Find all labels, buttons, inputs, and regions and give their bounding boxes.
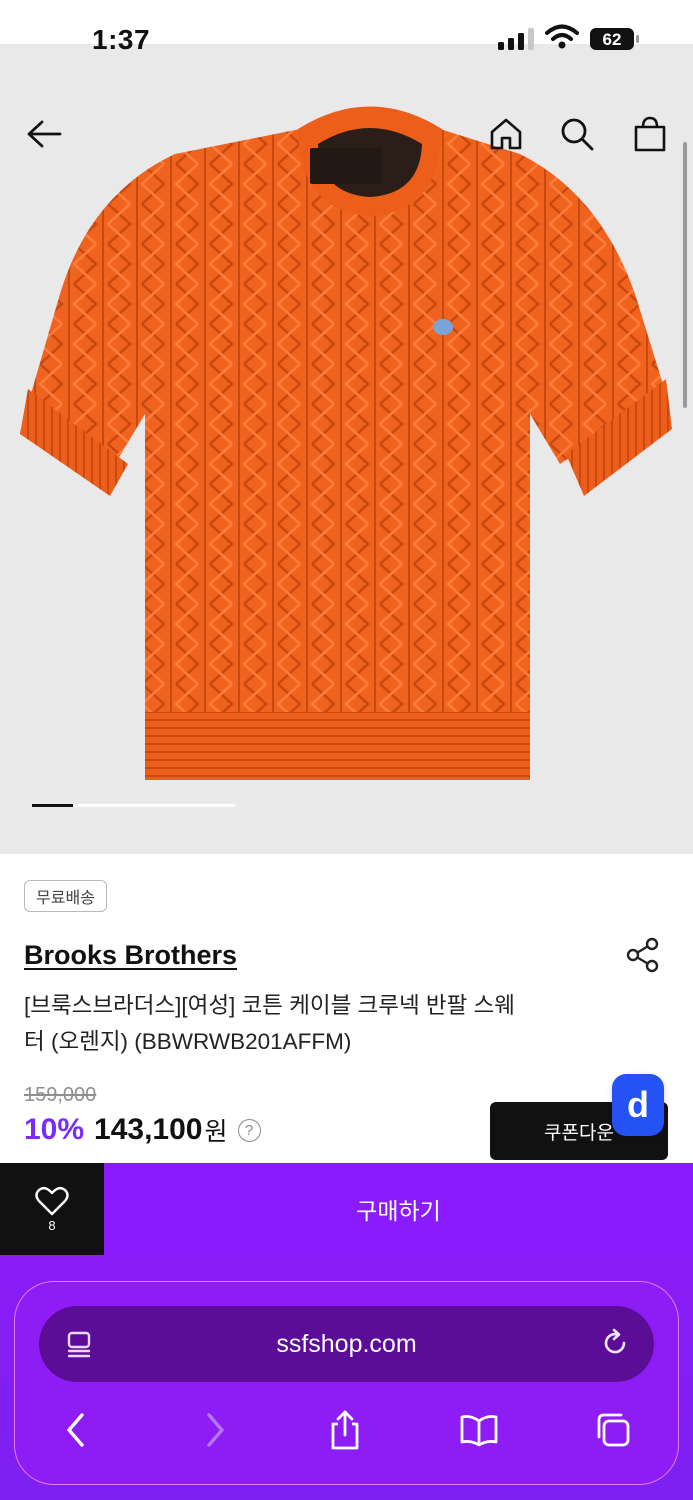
share-icon <box>626 937 659 973</box>
wifi-icon <box>545 24 579 49</box>
battery-level: 62 <box>603 30 622 49</box>
currency-label: 원 <box>204 1118 228 1146</box>
shopping-bag-icon <box>634 116 666 152</box>
buy-button[interactable]: 구매하기 <box>104 1163 693 1255</box>
gallery-indicator-active <box>32 804 73 807</box>
cellular-signal-icon <box>498 28 534 50</box>
discount-rate: 10% <box>24 1113 85 1146</box>
browser-panel: ssfshop.com <box>14 1281 679 1485</box>
heart-icon <box>35 1186 69 1215</box>
product-info: 무료배송 Brooks Brothers [브룩스브라더스][여성] 코튼 케이… <box>0 854 693 1164</box>
home-button[interactable] <box>484 112 528 156</box>
price-help-icon[interactable]: ? <box>237 1118 261 1142</box>
browser-bookmarks-button[interactable] <box>459 1410 499 1450</box>
chevron-right-icon <box>207 1413 224 1447</box>
browser-forward-button[interactable] <box>195 1410 235 1450</box>
browser-toolbar: ssfshop.com <box>0 1255 693 1500</box>
original-price: 159,000 <box>24 1084 97 1106</box>
bottom-action-bar: 8 구매하기 <box>0 1163 693 1255</box>
tabs-icon <box>597 1413 630 1447</box>
product-image-gallery[interactable] <box>0 44 693 854</box>
browser-share-button[interactable] <box>325 1410 365 1450</box>
product-name: [브룩스브라더스][여성] 코튼 케이블 크루넥 반팔 스웨 터 (오렌지) (… <box>24 988 584 1060</box>
browser-back-button[interactable] <box>56 1410 96 1450</box>
url-text: ssfshop.com <box>276 1329 417 1358</box>
brand-link[interactable]: Brooks Brothers <box>24 940 237 971</box>
product-name-line1: [브룩스브라더스][여성] 코튼 케이블 크루넥 반팔 스웨 <box>24 993 515 1018</box>
status-time: 1:37 <box>92 24 151 55</box>
reload-icon[interactable] <box>600 1328 630 1358</box>
like-button[interactable]: 8 <box>0 1163 104 1255</box>
back-arrow-icon <box>27 120 62 148</box>
status-bar: 1:37 62 <box>0 0 693 55</box>
search-button[interactable] <box>555 112 599 156</box>
book-icon <box>460 1415 498 1447</box>
home-icon <box>490 118 522 150</box>
back-button[interactable] <box>22 112 66 156</box>
like-count: 8 <box>48 1217 56 1233</box>
product-image <box>20 106 672 780</box>
gallery-page-indicator <box>32 804 235 807</box>
browser-tabs-button[interactable] <box>593 1410 633 1450</box>
floating-app-button[interactable]: d <box>612 1074 664 1136</box>
page-scrollbar[interactable] <box>683 142 687 408</box>
top-navigation <box>0 88 693 152</box>
share-upload-icon <box>331 1410 359 1450</box>
reader-mode-icon[interactable] <box>65 1330 93 1358</box>
price-row: 10% 143,100 원 ? <box>24 1112 261 1148</box>
address-bar[interactable]: ssfshop.com <box>39 1306 654 1382</box>
share-button[interactable] <box>624 936 662 974</box>
chevron-left-icon <box>67 1413 84 1447</box>
sale-price: 143,100 <box>94 1113 203 1146</box>
product-name-line2: 터 (오렌지) (BBWRWB201AFFM) <box>24 1029 352 1054</box>
cart-button[interactable] <box>628 112 672 156</box>
free-shipping-badge: 무료배송 <box>24 880 107 912</box>
battery-icon: 62 <box>590 28 639 50</box>
search-icon <box>561 118 594 151</box>
